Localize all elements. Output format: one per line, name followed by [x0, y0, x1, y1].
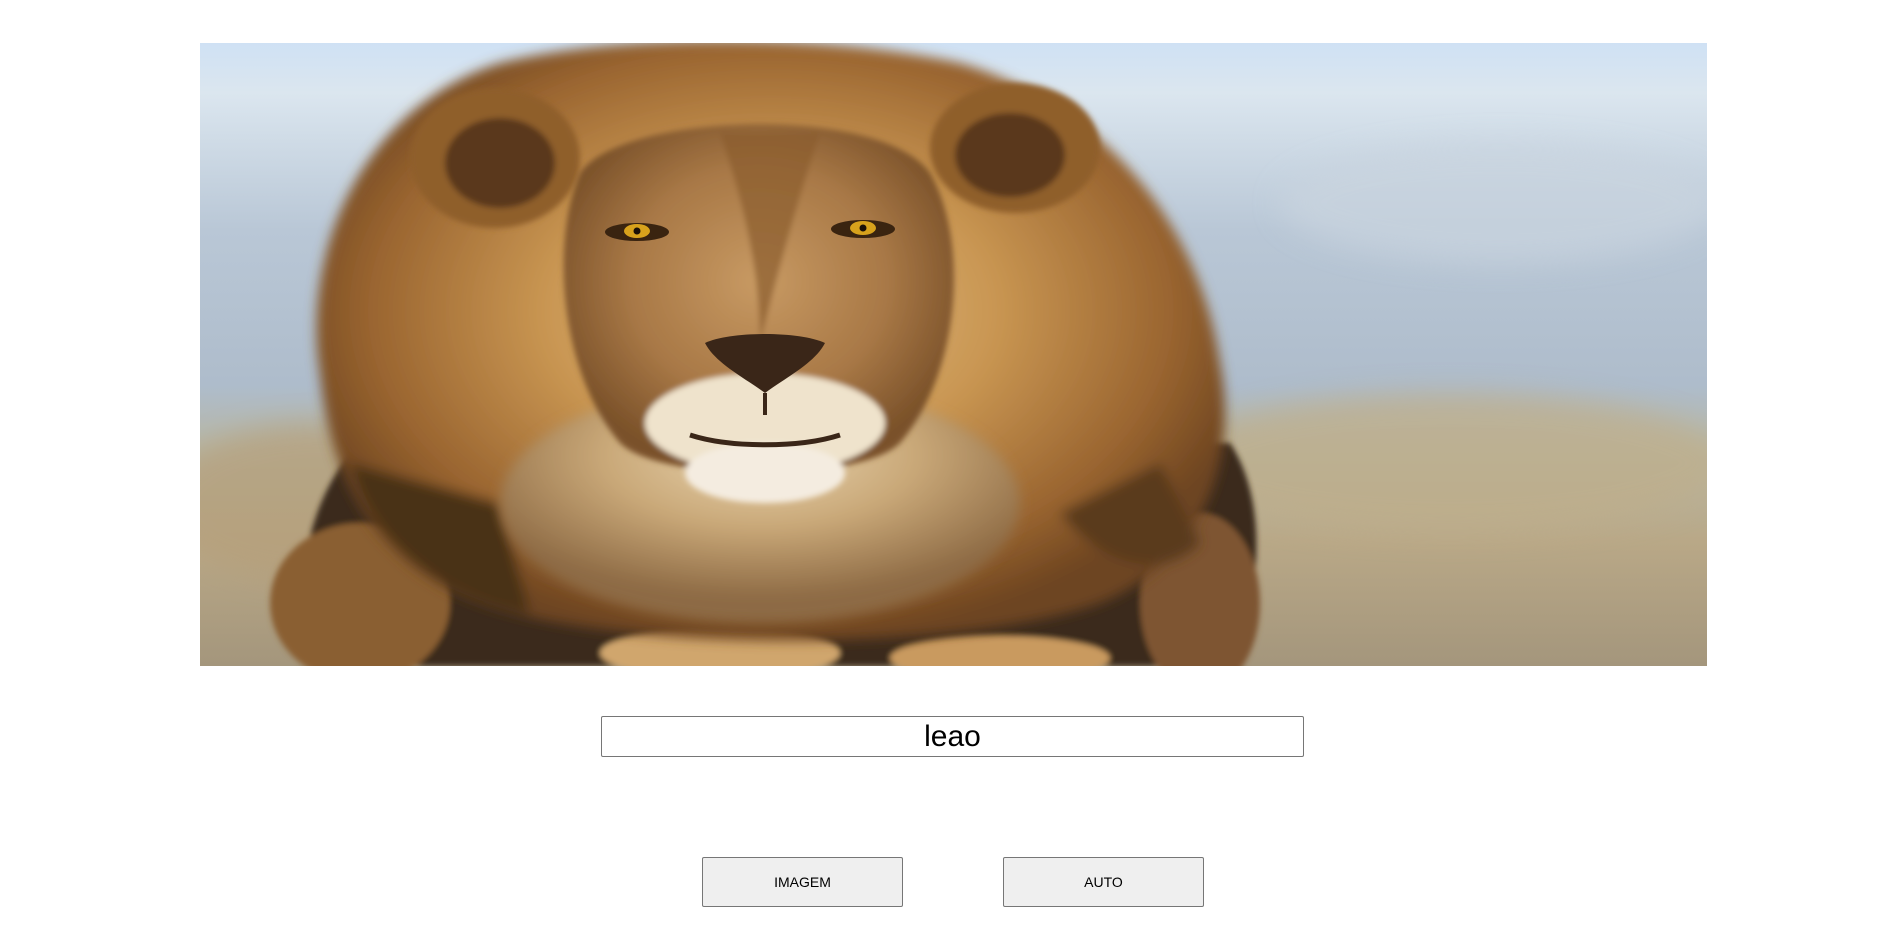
imagem-button[interactable]: IMAGEM: [702, 857, 903, 907]
lion-image: [200, 43, 1707, 666]
page: IMAGEM AUTO: [0, 0, 1901, 944]
word-input[interactable]: [601, 716, 1304, 757]
auto-button[interactable]: AUTO: [1003, 857, 1204, 907]
lion-photo: [200, 43, 1707, 666]
